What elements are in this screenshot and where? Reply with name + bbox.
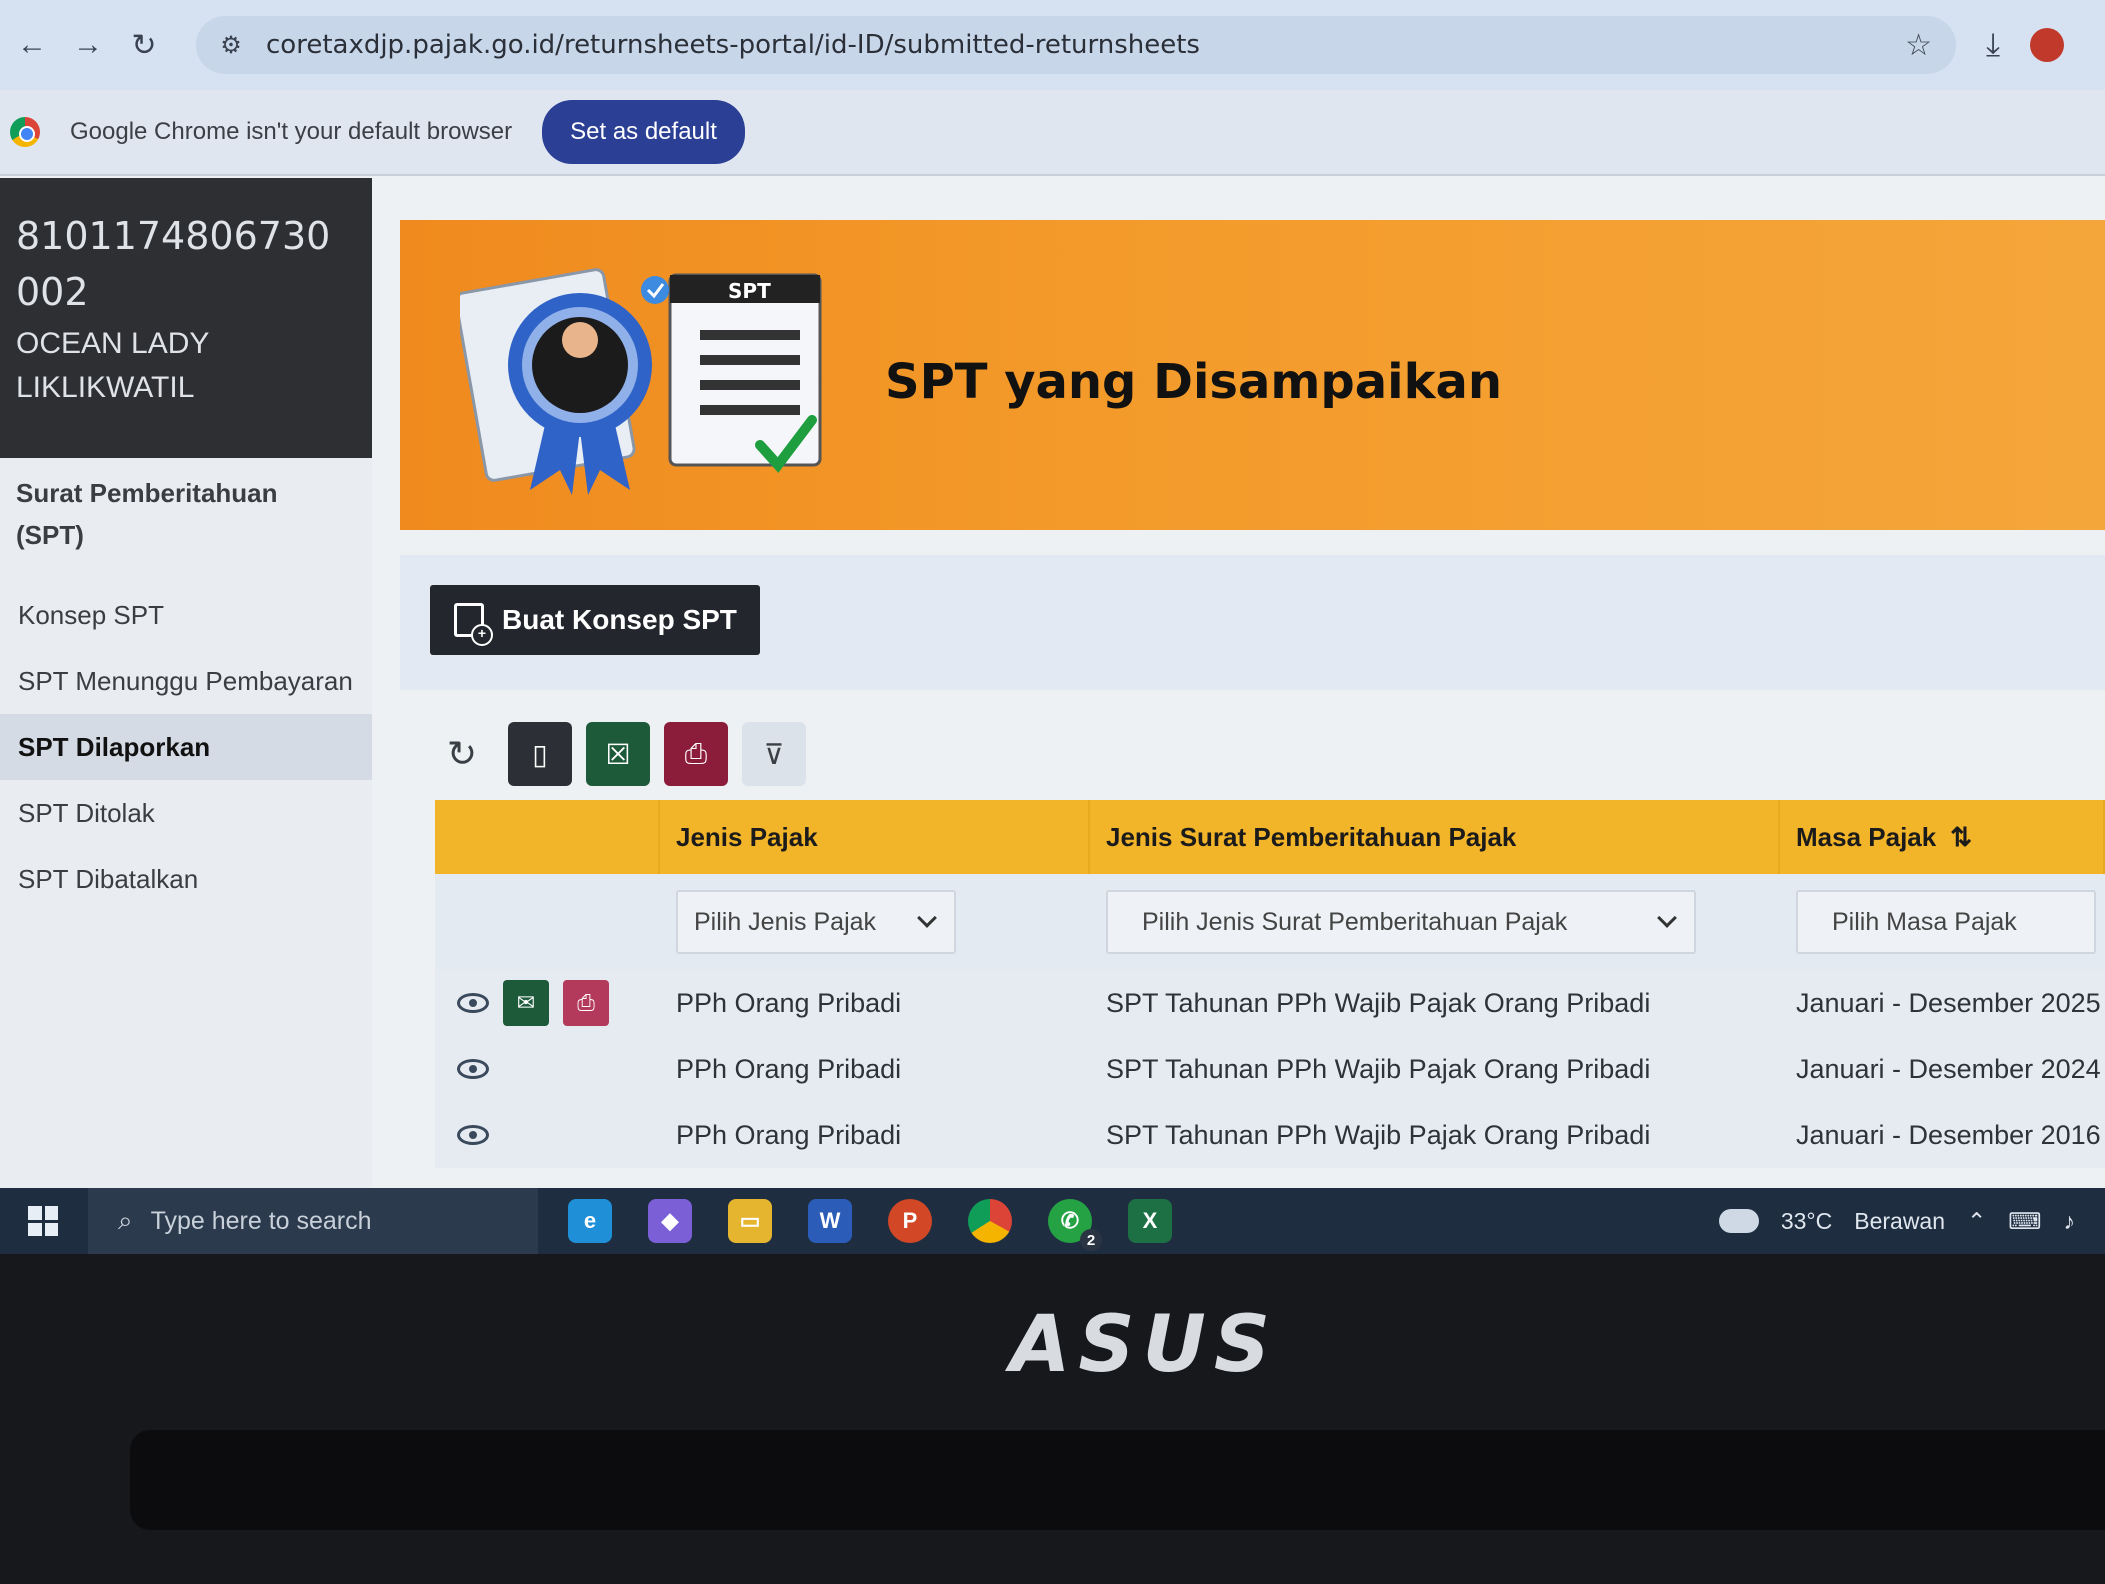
cell-masa-pajak: Januari - Desember 2025 bbox=[1796, 987, 2101, 1018]
back-icon[interactable]: ← bbox=[10, 23, 54, 67]
chrome-icon[interactable] bbox=[968, 1199, 1012, 1243]
chevron-down-icon bbox=[1657, 908, 1677, 928]
weather-status[interactable]: Berawan bbox=[1854, 1208, 1945, 1235]
header-actions bbox=[435, 800, 660, 874]
cell-jenis-pajak: PPh Orang Pribadi bbox=[676, 1053, 902, 1084]
export-document-icon[interactable]: ▯ bbox=[508, 722, 572, 786]
filter-jenis-spt-value: Pilih Jenis Surat Pemberitahuan Pajak bbox=[1142, 907, 1568, 936]
view-eye-icon[interactable] bbox=[457, 1125, 489, 1145]
taskbar-search-placeholder: Type here to search bbox=[150, 1206, 372, 1235]
spt-table: Jenis Pajak Jenis Surat Pemberitahuan Pa… bbox=[435, 800, 2105, 1168]
cell-masa-pajak: Januari - Desember 2024 bbox=[1796, 1053, 2101, 1084]
set-as-default-button[interactable]: Set as default bbox=[542, 100, 745, 164]
table-row: ✉ ⎙ PPh Orang Pribadi SPT Tahunan PPh Wa… bbox=[435, 970, 2105, 1036]
filter-jenis-pajak-value: Pilih Jenis Pajak bbox=[694, 907, 877, 936]
address-bar[interactable]: ⚙ coretaxdjp.pajak.go.id/returnsheets-po… bbox=[196, 16, 1956, 74]
copilot-icon[interactable]: ◆ bbox=[648, 1199, 692, 1243]
system-tray: 33°C Berawan ⌃ ⌨ ♪ bbox=[1718, 1208, 2105, 1235]
volume-icon[interactable]: ♪ bbox=[2064, 1208, 2076, 1235]
sort-icon[interactable]: ⇅ bbox=[1950, 822, 1972, 853]
table-row: PPh Orang Pribadi SPT Tahunan PPh Wajib … bbox=[435, 1036, 2105, 1102]
laptop-screen: ← → ↻ ⚙ coretaxdjp.pajak.go.id/returnshe… bbox=[0, 0, 2105, 1254]
cell-masa-pajak: Januari - Desember 2016 bbox=[1796, 1119, 2101, 1150]
spt-illustration: SPT bbox=[460, 268, 822, 495]
cell-jenis-spt: SPT Tahunan PPh Wajib Pajak Orang Pribad… bbox=[1106, 1053, 1651, 1084]
laptop-hinge bbox=[130, 1430, 2105, 1530]
sidebar-item-spt-dibatalkan[interactable]: SPT Dibatalkan bbox=[0, 846, 372, 912]
pdf-icon[interactable]: ⎙ bbox=[563, 980, 609, 1026]
cell-jenis-pajak: PPh Orang Pribadi bbox=[676, 987, 902, 1018]
windows-start-icon[interactable] bbox=[28, 1206, 58, 1236]
user-name: OCEAN LADY LIKLIKWATIL bbox=[16, 327, 209, 404]
sidebar-item-spt-menunggu-pembayaran[interactable]: SPT Menunggu Pembayaran bbox=[0, 648, 372, 714]
header-jenis-pajak[interactable]: Jenis Pajak bbox=[660, 800, 1090, 874]
export-excel-icon[interactable]: ☒ bbox=[586, 722, 650, 786]
sidebar-item-konsep-spt[interactable]: Konsep SPT bbox=[0, 582, 372, 648]
email-icon[interactable]: ✉ bbox=[503, 980, 549, 1026]
page-title: SPT yang Disampaikan bbox=[885, 354, 1503, 410]
view-eye-icon[interactable] bbox=[457, 1059, 489, 1079]
header-masa-pajak[interactable]: Masa Pajak ⇅ bbox=[1780, 800, 2105, 874]
filter-jenis-spt-select[interactable]: Pilih Jenis Surat Pemberitahuan Pajak bbox=[1106, 890, 1696, 954]
profile-avatar[interactable] bbox=[2030, 28, 2065, 62]
npwp-number: 8101174806730002 bbox=[16, 214, 331, 314]
illustration-spt-tag: SPT bbox=[728, 279, 771, 303]
sidebar-item-spt-dilaporkan[interactable]: SPT Dilaporkan bbox=[0, 714, 372, 780]
header-masa-pajak-label: Masa Pajak bbox=[1796, 821, 1937, 852]
clear-filter-icon[interactable]: ⊽ bbox=[742, 722, 806, 786]
cell-jenis-spt: SPT Tahunan PPh Wajib Pajak Orang Pribad… bbox=[1106, 987, 1651, 1018]
export-pdf-icon[interactable]: ⎙ bbox=[664, 722, 728, 786]
filter-masa-pajak-value: Pilih Masa Pajak bbox=[1832, 907, 2017, 936]
taskbar-apps: e ◆ ▭ W P ✆ 2 X bbox=[568, 1199, 1172, 1251]
action-bar: Buat Konsep SPT bbox=[400, 555, 2105, 690]
new-document-icon bbox=[454, 603, 493, 646]
user-info-box: 8101174806730002 OCEAN LADY LIKLIKWATIL bbox=[0, 178, 372, 458]
site-settings-icon[interactable]: ⚙ bbox=[216, 30, 246, 60]
page-banner: SPT SPT yang Disampaikan bbox=[400, 220, 2105, 530]
sidebar-section-title: Surat Pemberitahuan (SPT) bbox=[16, 478, 278, 550]
powerpoint-icon[interactable]: P bbox=[888, 1199, 932, 1243]
buat-konsep-spt-button[interactable]: Buat Konsep SPT bbox=[430, 585, 760, 655]
reload-icon[interactable]: ↻ bbox=[122, 23, 166, 67]
edge-icon[interactable]: e bbox=[568, 1199, 612, 1243]
buat-konsep-spt-label: Buat Konsep SPT bbox=[502, 604, 737, 635]
table-toolbar: ↻ ▯ ☒ ⎙ ⊽ bbox=[430, 722, 806, 786]
asus-logo: ASUS bbox=[1010, 1300, 1279, 1390]
taskbar-search[interactable]: ⌕ Type here to search bbox=[88, 1188, 538, 1254]
search-icon: ⌕ bbox=[118, 1205, 133, 1235]
url-text[interactable]: coretaxdjp.pajak.go.id/returnsheets-port… bbox=[266, 30, 1905, 60]
chrome-logo-icon bbox=[10, 117, 40, 147]
filter-masa-pajak-select[interactable]: Pilih Masa Pajak bbox=[1796, 890, 2096, 954]
whatsapp-icon[interactable]: ✆ 2 bbox=[1048, 1199, 1102, 1251]
file-explorer-icon[interactable]: ▭ bbox=[728, 1199, 772, 1243]
view-eye-icon[interactable] bbox=[457, 993, 489, 1013]
infobar-message: Google Chrome isn't your default browser bbox=[70, 118, 513, 145]
table-row: PPh Orang Pribadi SPT Tahunan PPh Wajib … bbox=[435, 1102, 2105, 1168]
sidebar-item-spt-ditolak[interactable]: SPT Ditolak bbox=[0, 780, 372, 846]
windows-taskbar: ⌕ Type here to search e ◆ ▭ W P ✆ 2 X 33… bbox=[0, 1188, 2105, 1254]
filter-jenis-pajak-select[interactable]: Pilih Jenis Pajak bbox=[676, 890, 956, 954]
sidebar: 8101174806730002 OCEAN LADY LIKLIKWATIL … bbox=[0, 178, 372, 1188]
download-icon[interactable]: ⤓ bbox=[1986, 26, 2000, 64]
weather-cloud-icon[interactable] bbox=[1718, 1209, 1759, 1233]
filter-row: Pilih Jenis Pajak Pilih Jenis Surat Pemb… bbox=[435, 874, 2105, 970]
bookmark-star-icon[interactable]: ☆ bbox=[1905, 28, 1932, 63]
browser-toolbar: ← → ↻ ⚙ coretaxdjp.pajak.go.id/returnshe… bbox=[0, 0, 2105, 90]
forward-icon[interactable]: → bbox=[66, 23, 110, 67]
cell-jenis-pajak: PPh Orang Pribadi bbox=[676, 1119, 902, 1150]
word-icon[interactable]: W bbox=[808, 1199, 852, 1243]
chevron-down-icon bbox=[917, 908, 937, 928]
network-icon[interactable]: ⌨ bbox=[2008, 1208, 2041, 1235]
table-header: Jenis Pajak Jenis Surat Pemberitahuan Pa… bbox=[435, 800, 2105, 874]
temperature[interactable]: 33°C bbox=[1781, 1208, 1832, 1235]
default-browser-infobar: Google Chrome isn't your default browser… bbox=[0, 90, 2105, 176]
cell-jenis-spt: SPT Tahunan PPh Wajib Pajak Orang Pribad… bbox=[1106, 1119, 1651, 1150]
refresh-icon[interactable]: ↻ bbox=[430, 722, 494, 786]
header-jenis-spt[interactable]: Jenis Surat Pemberitahuan Pajak bbox=[1090, 800, 1780, 874]
chevron-up-icon[interactable]: ⌃ bbox=[1967, 1208, 1986, 1235]
whatsapp-badge: 2 bbox=[1080, 1229, 1102, 1251]
excel-icon[interactable]: X bbox=[1128, 1199, 1172, 1243]
